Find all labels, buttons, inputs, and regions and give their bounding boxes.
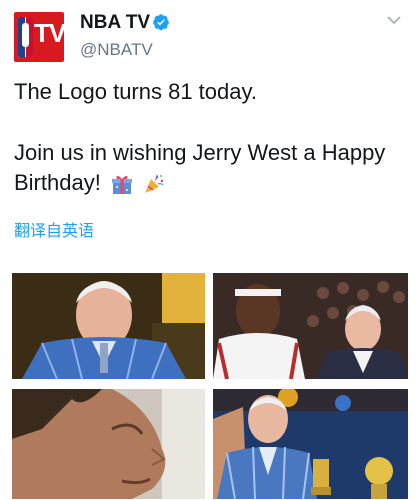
media-grid — [12, 273, 408, 499]
tweet-text-line2-content: Join us in wishing Jerry West a Happy Bi… — [14, 140, 386, 195]
tweet-text-line1: The Logo turns 81 today. — [14, 79, 257, 104]
tweet-card: TV NBA TV @NBATV The Logo turns 81 today… — [0, 0, 420, 500]
wrapped-gift-icon — [111, 176, 132, 195]
photo-west-profile-closeup[interactable] — [12, 389, 205, 499]
nba-logo-icon — [18, 17, 33, 57]
photo-lebron-and-west[interactable] — [213, 273, 408, 379]
party-popper-icon — [145, 174, 164, 194]
verified-badge-icon — [153, 14, 169, 31]
translate-link[interactable]: 翻译自英语 — [14, 217, 94, 241]
nbatv-avatar[interactable]: TV — [14, 12, 64, 62]
tweet-text-line2: Join us in wishing Jerry West a Happy Bi… — [14, 138, 409, 198]
avatar-tv-mark: TV — [34, 18, 64, 48]
account-handle[interactable]: @NBATV — [80, 40, 153, 60]
chevron-down-icon[interactable] — [386, 14, 402, 26]
account-name[interactable]: NBA TV — [80, 12, 150, 34]
photo-west-with-trophy[interactable] — [213, 389, 408, 499]
photo-jerry-west-portrait[interactable] — [12, 273, 205, 379]
